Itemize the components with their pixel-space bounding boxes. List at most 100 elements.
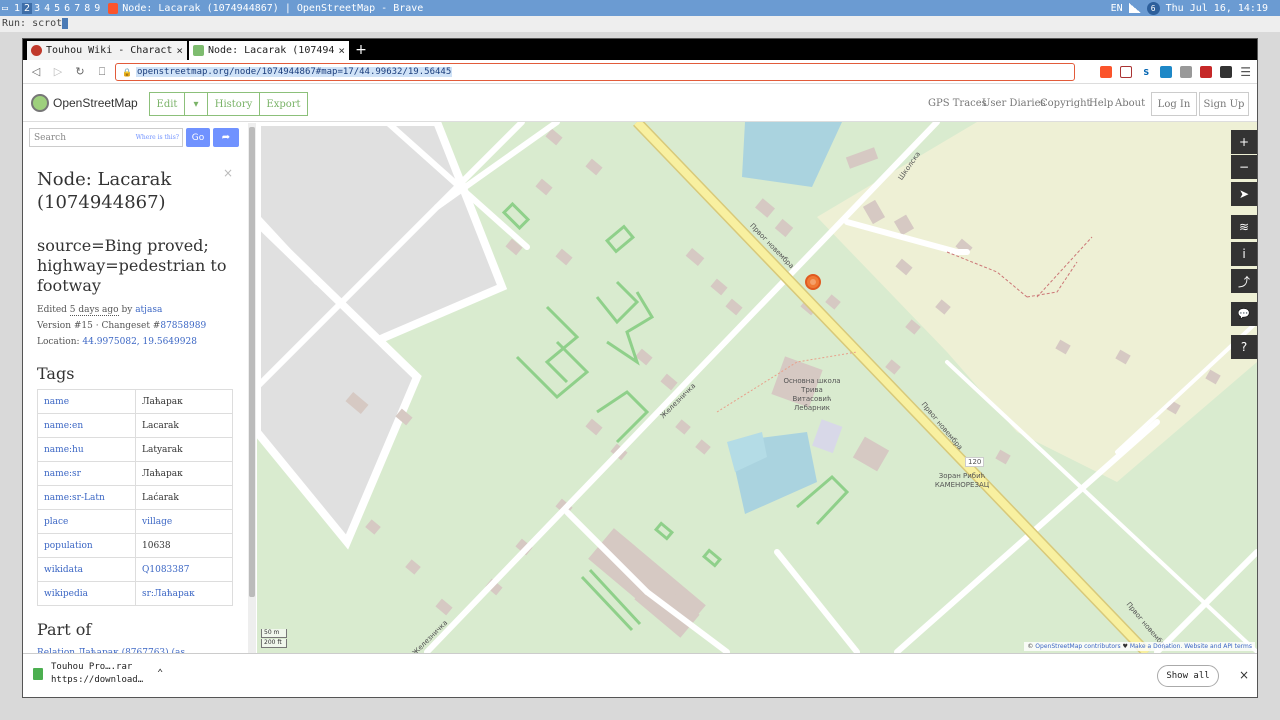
edited-line: Edited 5 days ago by atjasa <box>37 302 247 318</box>
tag-value: Лаћарак <box>135 389 233 414</box>
skype-icon[interactable]: S <box>1140 66 1153 78</box>
tab-osm-node[interactable]: Node: Lacarak (1074944867) × <box>189 41 349 60</box>
osm-logo[interactable]: OpenStreetMap <box>31 94 138 112</box>
edit-dropdown-button[interactable]: ▾ <box>184 92 208 116</box>
school-label: Основна школа Трива Витасовић Лебарник <box>783 377 841 412</box>
notification-badge-icon[interactable]: 6 <box>1146 1 1160 15</box>
run-prompt-bar[interactable]: Run: scrot <box>0 16 1280 32</box>
tag-key[interactable]: name <box>37 389 136 414</box>
map-key-button[interactable]: i <box>1231 242 1257 266</box>
tag-key[interactable]: name:en <box>37 413 136 438</box>
workspace-2[interactable]: 2 <box>22 2 33 14</box>
login-button[interactable]: Log In <box>1151 92 1197 116</box>
close-tab-icon[interactable]: × <box>338 44 345 57</box>
system-tray: EN 6 Thu Jul 16, 14:19 <box>1111 0 1268 16</box>
text-cursor <box>62 17 69 29</box>
map-canvas[interactable] <box>257 122 1257 653</box>
tag-key[interactable]: wikipedia <box>37 581 136 606</box>
add-note-button[interactable]: 💬 <box>1231 302 1257 326</box>
tag-key[interactable]: place <box>37 509 136 534</box>
workspace-8[interactable]: 8 <box>82 3 92 14</box>
tag-row: name:sr-Latn Laćarak <box>37 485 233 510</box>
tags-heading: Tags <box>37 364 75 383</box>
brave-rewards-icon[interactable] <box>1120 66 1133 78</box>
close-tab-icon[interactable]: × <box>176 44 183 57</box>
workspace-4[interactable]: 4 <box>42 3 52 14</box>
attrib-contributors-link[interactable]: OpenStreetMap contributors <box>1035 643 1120 650</box>
changeset-link[interactable]: 87858989 <box>160 321 206 331</box>
close-downloads-bar-icon[interactable]: × <box>1239 668 1249 682</box>
extension-blue-icon[interactable] <box>1160 66 1173 78</box>
zoom-in-button[interactable]: + <box>1231 130 1257 154</box>
new-tab-button[interactable]: + <box>351 41 371 60</box>
map-view[interactable]: Првог новембра Првог новембра Првог нове… <box>257 122 1257 653</box>
tag-value: Lacarak <box>135 413 233 438</box>
tag-row: name:sr Лаћарак <box>37 461 233 486</box>
copyright-link[interactable]: Copyright <box>1040 98 1091 109</box>
workspace-7[interactable]: 7 <box>72 3 82 14</box>
user-diaries-link[interactable]: User Diaries <box>982 98 1046 109</box>
query-features-button[interactable]: ? <box>1231 335 1257 359</box>
attrib-heart: ♥ <box>1120 643 1130 650</box>
relation-line[interactable]: Relation Лаћарак (8767763) (as admin_cen… <box>37 645 247 653</box>
where-is-this-link[interactable]: Where is this? <box>136 134 182 141</box>
tag-value[interactable]: village <box>135 509 233 534</box>
location-link[interactable]: 44.9975082, 19.5649928 <box>82 337 197 347</box>
layers-button[interactable]: ≋ <box>1231 215 1257 239</box>
workspace-switcher[interactable]: ▭ 1 2 3 4 5 6 7 8 9 <box>0 0 102 16</box>
brave-shields-icon[interactable] <box>1100 66 1113 78</box>
gps-traces-link[interactable]: GPS Traces <box>928 98 987 109</box>
zoom-out-button[interactable]: − <box>1231 155 1257 179</box>
url-text[interactable]: openstreetmap.org/node/1074944867#map=17… <box>135 67 453 77</box>
extension-dark-icon[interactable] <box>1220 66 1233 78</box>
back-icon[interactable]: ◁ <box>29 65 43 78</box>
tag-key[interactable]: name:sr <box>37 461 136 486</box>
tag-value[interactable]: sr:Лаћарак <box>135 581 233 606</box>
keyboard-layout[interactable]: EN <box>1111 3 1123 14</box>
tag-key[interactable]: name:hu <box>37 437 136 462</box>
go-button[interactable]: Go <box>186 128 210 147</box>
tag-value[interactable]: Q1083387 <box>135 557 233 582</box>
workspace-1[interactable]: 1 <box>12 3 22 14</box>
workspace-9[interactable]: 9 <box>92 3 102 14</box>
attrib-terms-link[interactable]: . Website and API terms <box>1180 643 1252 650</box>
workspace-5[interactable]: 5 <box>52 3 62 14</box>
tab-title: Node: Lacarak (1074944867) <box>208 45 335 56</box>
brave-lion-icon <box>108 2 119 14</box>
tab-touhou-wiki[interactable]: Touhou Wiki - Character × <box>27 41 187 60</box>
show-all-downloads-button[interactable]: Show all <box>1157 665 1219 687</box>
workspace-6[interactable]: 6 <box>62 3 72 14</box>
help-link[interactable]: Help <box>1089 98 1113 109</box>
road-ref-label: 120 <box>965 457 985 467</box>
tag-key[interactable]: population <box>37 533 136 558</box>
signup-button[interactable]: Sign Up <box>1199 92 1249 116</box>
share-button[interactable]: ⤴ <box>1231 269 1257 293</box>
workspace-3[interactable]: 3 <box>32 3 42 14</box>
reload-icon[interactable]: ↻ <box>73 65 87 78</box>
export-button[interactable]: Export <box>259 92 308 116</box>
extension-gray-icon[interactable] <box>1180 66 1193 78</box>
address-bar[interactable]: 🔒 openstreetmap.org/node/1074944867#map=… <box>115 63 1075 81</box>
archive-file-icon <box>33 667 43 680</box>
touhou-favicon-icon <box>31 45 42 56</box>
geolocate-button[interactable]: ➤ <box>1231 182 1257 206</box>
active-window-title: Node: Lacarak (1074944867) | OpenStreetM… <box>108 2 423 14</box>
directions-icon[interactable]: ➦ <box>213 128 239 147</box>
sidebar-scrollbar-thumb[interactable] <box>249 127 255 597</box>
download-item[interactable]: Touhou Pro….rar https://download… ⌃ <box>33 662 163 685</box>
edited-ago: 5 days ago <box>69 305 119 316</box>
tag-key[interactable]: wikidata <box>37 557 136 582</box>
search-input[interactable]: Search Where is this? <box>29 128 183 147</box>
donate-link[interactable]: Make a Donation <box>1130 643 1181 650</box>
editor-link[interactable]: atjasa <box>135 305 162 315</box>
forward-icon[interactable]: ▷ <box>51 65 65 78</box>
edit-button[interactable]: Edit <box>149 92 185 116</box>
chevron-up-icon[interactable]: ⌃ <box>157 668 163 679</box>
bookmark-icon[interactable]: ⎕ <box>95 65 109 79</box>
about-link[interactable]: About <box>1115 98 1145 109</box>
tag-key[interactable]: name:sr-Latn <box>37 485 136 510</box>
run-prompt-text: Run: scrot <box>2 18 63 29</box>
extension-red-icon[interactable] <box>1200 66 1213 78</box>
history-button[interactable]: History <box>207 92 260 116</box>
menu-hamburger-icon[interactable]: ☰ <box>1240 65 1251 79</box>
